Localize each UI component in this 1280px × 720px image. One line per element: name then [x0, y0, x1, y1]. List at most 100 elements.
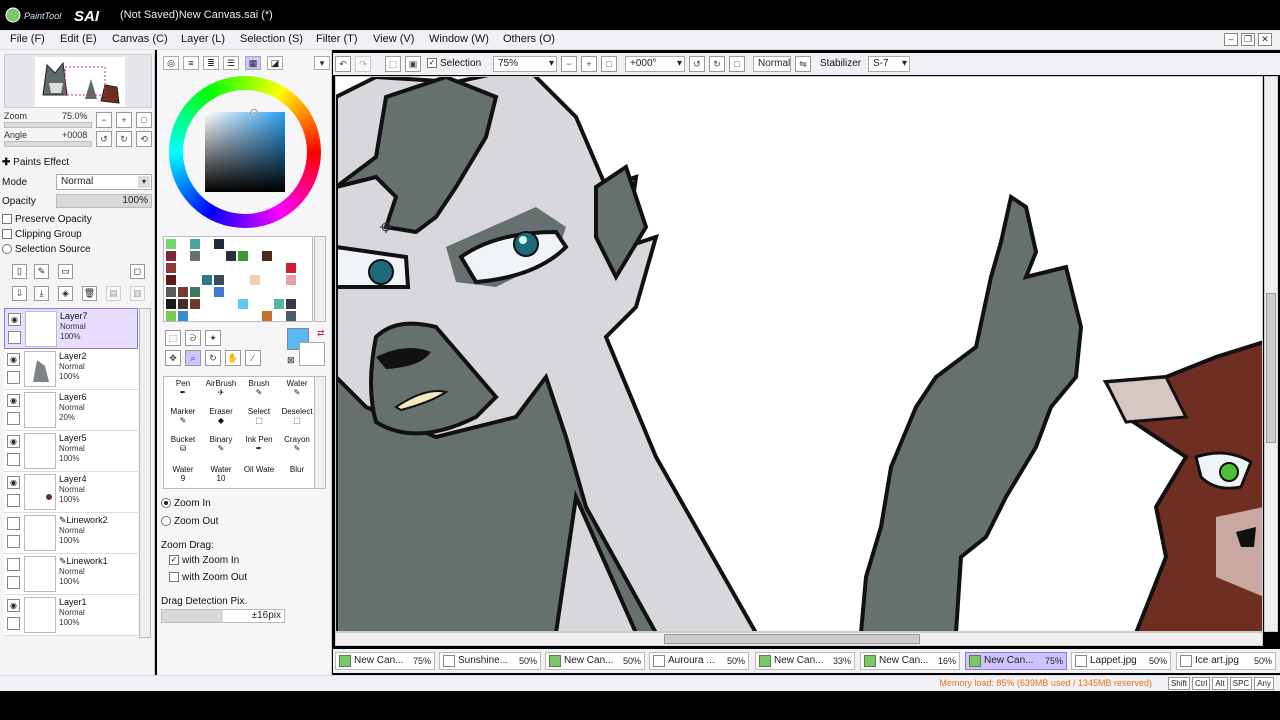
layer-item-layer5[interactable]: ◉ Layer5 Normal 100% — [4, 431, 138, 472]
zoom-tool-icon[interactable]: ⌕ — [185, 350, 201, 366]
swatch[interactable] — [286, 263, 296, 273]
lasso-icon[interactable]: ᘐ — [185, 330, 201, 346]
lock-slot[interactable] — [7, 576, 20, 589]
menu-file[interactable]: File (F) — [10, 33, 45, 45]
drawing-canvas[interactable] — [335, 76, 1263, 632]
tool-select[interactable]: Select ⬚ — [240, 407, 278, 425]
swatch[interactable] — [274, 299, 284, 309]
minimize-button[interactable]: – — [1224, 33, 1238, 46]
swatch[interactable] — [166, 275, 176, 285]
layer-item-linework1[interactable]: ◉ ✎Linework1 Normal 100% — [4, 554, 138, 595]
lock-slot[interactable] — [7, 617, 20, 630]
paints-effect-header[interactable]: ✚ Paints Effect — [2, 157, 69, 168]
layer-item-layer7[interactable]: ◉ Layer7 Normal 100% — [4, 308, 138, 349]
doc-tab[interactable]: New Can... 75% — [335, 652, 435, 670]
swatch[interactable] — [166, 299, 176, 309]
swatch[interactable] — [214, 287, 224, 297]
panel-collapse-icon[interactable]: ▾ — [314, 56, 330, 70]
scratchpad-tab-icon[interactable]: ◪ — [267, 56, 283, 70]
swatches-tab-icon[interactable]: ▦ — [245, 56, 261, 70]
flip-horizontal-icon[interactable]: ⇋ — [795, 56, 811, 72]
vertical-scroll-thumb[interactable] — [1266, 293, 1276, 443]
zoom-out-radio[interactable]: Zoom Out — [161, 516, 218, 527]
eye-icon[interactable]: ◉ — [7, 394, 20, 407]
swatch[interactable] — [178, 287, 188, 297]
mode-dropdown[interactable]: Normal ▾ — [56, 174, 152, 190]
swatch[interactable] — [238, 251, 248, 261]
pen-icon[interactable] — [8, 331, 21, 344]
picker-handle-icon[interactable] — [249, 108, 259, 118]
tool-scrollbar[interactable] — [314, 376, 326, 489]
canvas-horizontal-scrollbar[interactable] — [335, 632, 1263, 646]
swatch[interactable] — [214, 275, 224, 285]
swatch[interactable] — [286, 311, 296, 321]
rotate-left-icon[interactable]: ↺ — [96, 131, 112, 147]
transparent-color-icon[interactable]: ⊠ — [287, 355, 295, 366]
rotate-right-icon[interactable]: ↻ — [116, 131, 132, 147]
clipping-group-checkbox[interactable]: Clipping Group — [2, 229, 82, 240]
menu-canvas[interactable]: Canvas (C) — [112, 33, 168, 45]
selection-source-checkbox[interactable]: Selection Source — [2, 244, 91, 255]
hsv-slider-tab-icon[interactable]: ≣ — [203, 56, 219, 70]
layer-item-layer1[interactable]: ◉ Layer1 Normal 100% — [4, 595, 138, 636]
redo-icon[interactable]: ↷ — [355, 56, 371, 72]
new-folder-icon[interactable]: ▭ — [58, 264, 73, 279]
zoom-in-icon[interactable]: + — [581, 56, 597, 72]
tool-oil-water[interactable]: Oil Wate — [240, 465, 278, 474]
doc-tab[interactable]: New Can... 33% — [755, 652, 855, 670]
reset-rotation-icon[interactable]: □ — [729, 56, 745, 72]
zoom-dropdown[interactable]: 75% ▾ — [493, 56, 557, 72]
tool-pen[interactable]: Pen ✒ — [164, 379, 202, 397]
eye-icon[interactable]: ◉ — [8, 313, 21, 326]
swatch[interactable] — [190, 299, 200, 309]
swatch[interactable] — [190, 239, 200, 249]
doc-tab-active[interactable]: New Can... 75% — [965, 652, 1067, 670]
swatch-grid[interactable] — [163, 236, 313, 322]
swatch[interactable] — [238, 299, 248, 309]
drag-detection-slider[interactable]: ±16pix — [161, 609, 285, 623]
swap-colors-icon[interactable]: ⇄ — [317, 328, 325, 339]
restore-button[interactable]: ❐ — [1241, 33, 1255, 46]
zoom-slider[interactable] — [4, 122, 92, 128]
rotate-left-icon[interactable]: ↺ — [689, 56, 705, 72]
swatch[interactable] — [262, 311, 272, 321]
eye-icon[interactable]: ◉ — [7, 517, 20, 530]
with-zoom-in-checkbox[interactable]: ✓ with Zoom In — [169, 555, 239, 566]
swatch[interactable] — [250, 275, 260, 285]
hand-icon[interactable]: ✋ — [225, 350, 241, 366]
tool-water-9[interactable]: Water 9 — [164, 465, 202, 483]
new-layer-icon[interactable]: ▯ — [12, 264, 27, 279]
undo-icon[interactable]: ↶ — [335, 56, 351, 72]
doc-tab[interactable]: Ice art.jpg 50% — [1176, 652, 1276, 670]
transfer-down-icon[interactable]: ⇩ — [12, 286, 27, 301]
angle-dropdown[interactable]: +000° ▾ — [625, 56, 685, 72]
opacity-slider[interactable]: 100% — [56, 194, 152, 208]
delete-layer-icon[interactable]: 🗑 — [82, 286, 97, 301]
move-icon[interactable]: ✥ — [165, 350, 181, 366]
swatch[interactable] — [166, 251, 176, 261]
rotate-right-icon[interactable]: ↻ — [709, 56, 725, 72]
horizontal-scroll-thumb[interactable] — [664, 634, 920, 644]
invert-selection-icon[interactable]: ▣ — [405, 56, 421, 72]
eye-icon[interactable]: ◉ — [7, 558, 20, 571]
eye-icon[interactable]: ◉ — [7, 353, 20, 366]
tool-bucket[interactable]: Bucket ⛁ — [164, 435, 202, 453]
doc-tab[interactable]: New Can... 50% — [545, 652, 645, 670]
canvas-vertical-scrollbar[interactable] — [1264, 76, 1278, 632]
tool-water[interactable]: Water ✎ — [278, 379, 316, 397]
secondary-color-swatch[interactable] — [299, 342, 325, 366]
tool-blur[interactable]: Blur — [278, 465, 316, 474]
zoom-out-icon[interactable]: − — [561, 56, 577, 72]
lock-slot[interactable] — [7, 453, 20, 466]
swatch[interactable] — [226, 251, 236, 261]
rgb-slider-tab-icon[interactable]: ≡ — [183, 56, 199, 70]
layer-item-layer4[interactable]: ◉ Layer4 Normal 100% — [4, 472, 138, 513]
lock-slot[interactable] — [7, 371, 20, 384]
menu-window[interactable]: Window (W) — [429, 33, 489, 45]
swatch[interactable] — [190, 287, 200, 297]
zoom-fit-icon[interactable]: □ — [136, 112, 152, 128]
saturation-value-square[interactable] — [205, 112, 285, 192]
doc-tab[interactable]: Lappet.jpg 50% — [1071, 652, 1171, 670]
stabilizer-dropdown[interactable]: S-7 ▾ — [868, 56, 910, 72]
tool-brush[interactable]: Brush ✎ — [240, 379, 278, 397]
